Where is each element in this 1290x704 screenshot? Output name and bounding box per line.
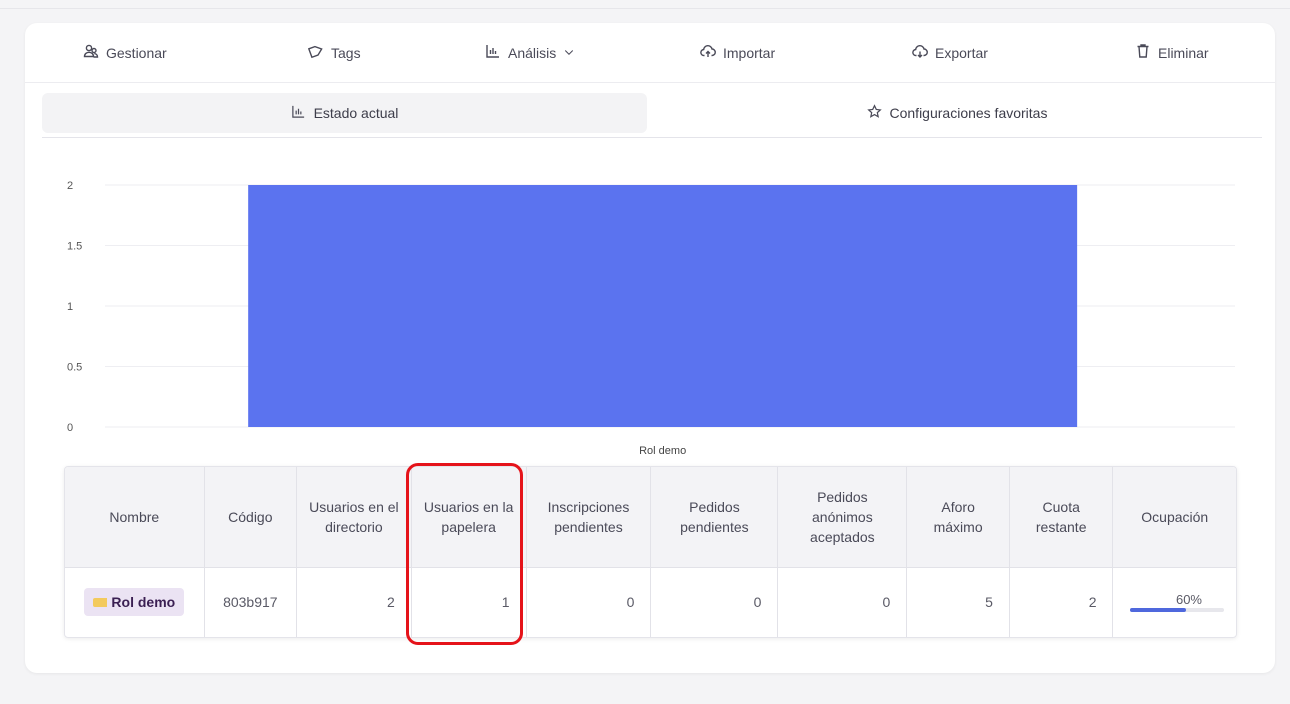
manage-button[interactable]: Gestionar xyxy=(83,43,167,62)
chevron-down-icon xyxy=(563,45,575,61)
bar[interactable] xyxy=(248,185,1078,427)
table-header-cell: Inscripciones pendientes xyxy=(526,467,652,568)
chart-svg: 0 0.5 1 1.5 2 Rol demo xyxy=(67,180,1235,457)
cell-max-capacity: 5 xyxy=(906,567,1010,637)
y-tick-label: 1 xyxy=(67,301,73,313)
bar-chart-icon xyxy=(485,43,501,62)
tags-button[interactable]: Tags xyxy=(307,43,361,62)
occupancy-bar xyxy=(1130,608,1224,613)
occupancy-bar-fill xyxy=(1130,608,1187,613)
table-row: Rol demo 803b917 2 1 0 0 0 5 2 60% xyxy=(65,567,1236,637)
bar-chart: 0 0.5 1 1.5 2 Rol demo xyxy=(55,173,1255,463)
y-tick-label: 0 xyxy=(67,422,73,434)
tab-current-state-label: Estado actual xyxy=(313,105,399,121)
cell-anonymous-orders: 0 xyxy=(777,567,908,637)
tag-color-icon xyxy=(93,597,108,607)
top-divider xyxy=(0,8,1290,9)
y-tick-label: 2 xyxy=(67,180,73,192)
import-label: Importar xyxy=(723,44,776,61)
tab-favorite-settings[interactable]: Configuraciones favoritas xyxy=(652,93,1262,133)
table-header-cell: Usuarios en la papelera xyxy=(411,467,527,568)
users-icon xyxy=(83,43,99,62)
tab-current-state[interactable]: Estado actual xyxy=(42,93,647,133)
toolbar: Gestionar Tags Análisis Importar Exporta… xyxy=(25,23,1275,83)
table-header-cell: Nombre xyxy=(65,467,205,568)
analysis-dropdown[interactable]: Análisis xyxy=(485,43,575,62)
occupancy-indicator: 60% xyxy=(1121,592,1228,613)
role-chip[interactable]: Rol demo xyxy=(84,588,185,617)
y-tick-label: 1.5 xyxy=(67,241,82,253)
delete-label: Eliminar xyxy=(1158,44,1209,61)
x-tick-label: Rol demo xyxy=(639,445,686,457)
tag-icon xyxy=(307,43,324,62)
cell-remaining-quota: 2 xyxy=(1009,567,1114,637)
occupancy-label: 60% xyxy=(1175,592,1202,608)
cell-occupancy: 60% xyxy=(1113,567,1236,637)
star-icon xyxy=(866,104,882,122)
table-header-cell: Ocupación xyxy=(1112,467,1236,568)
cell-name: Rol demo xyxy=(65,567,205,637)
trash-icon xyxy=(1135,43,1151,62)
export-button[interactable]: Exportar xyxy=(912,43,988,62)
cell-pending-enrollments: 0 xyxy=(526,567,652,637)
cell-directory-users: 2 xyxy=(296,567,412,637)
table-header-cell: Pedidos pendientes xyxy=(650,467,779,568)
roles-table: Nombre Código Usuarios en el directorio Usu… xyxy=(64,466,1237,638)
main-card: Gestionar Tags Análisis Importar Exporta… xyxy=(25,23,1275,673)
table-header-cell: Código xyxy=(204,467,298,568)
import-button[interactable]: Importar xyxy=(700,43,775,62)
table-header-cell: Pedidos anónimos aceptados xyxy=(777,467,908,568)
role-name: Rol demo xyxy=(111,594,176,611)
export-label: Exportar xyxy=(935,44,988,61)
manage-label: Gestionar xyxy=(106,44,167,61)
tags-label: Tags xyxy=(331,44,361,61)
cloud-download-icon xyxy=(912,43,928,62)
tab-favorite-settings-label: Configuraciones favoritas xyxy=(889,105,1048,121)
cell-code: 803b917 xyxy=(204,567,298,637)
bar-chart-icon xyxy=(291,104,306,122)
table-header-row: Nombre Código Usuarios en el directorio Usu… xyxy=(65,467,1236,568)
y-tick-label: 0.5 xyxy=(67,362,82,374)
view-tabs: Estado actual Configuraciones favoritas xyxy=(42,93,1262,138)
cloud-upload-icon xyxy=(700,43,716,62)
cell-pending-orders: 0 xyxy=(650,567,779,637)
delete-button[interactable]: Eliminar xyxy=(1135,43,1209,62)
table-header-cell: Cuota restante xyxy=(1009,467,1114,568)
cell-trash-users: 1 xyxy=(411,567,527,637)
table-header-cell: Usuarios en el directorio xyxy=(296,467,412,568)
table-header-cell: Aforo máximo xyxy=(906,467,1010,568)
analysis-label: Análisis xyxy=(508,44,557,61)
